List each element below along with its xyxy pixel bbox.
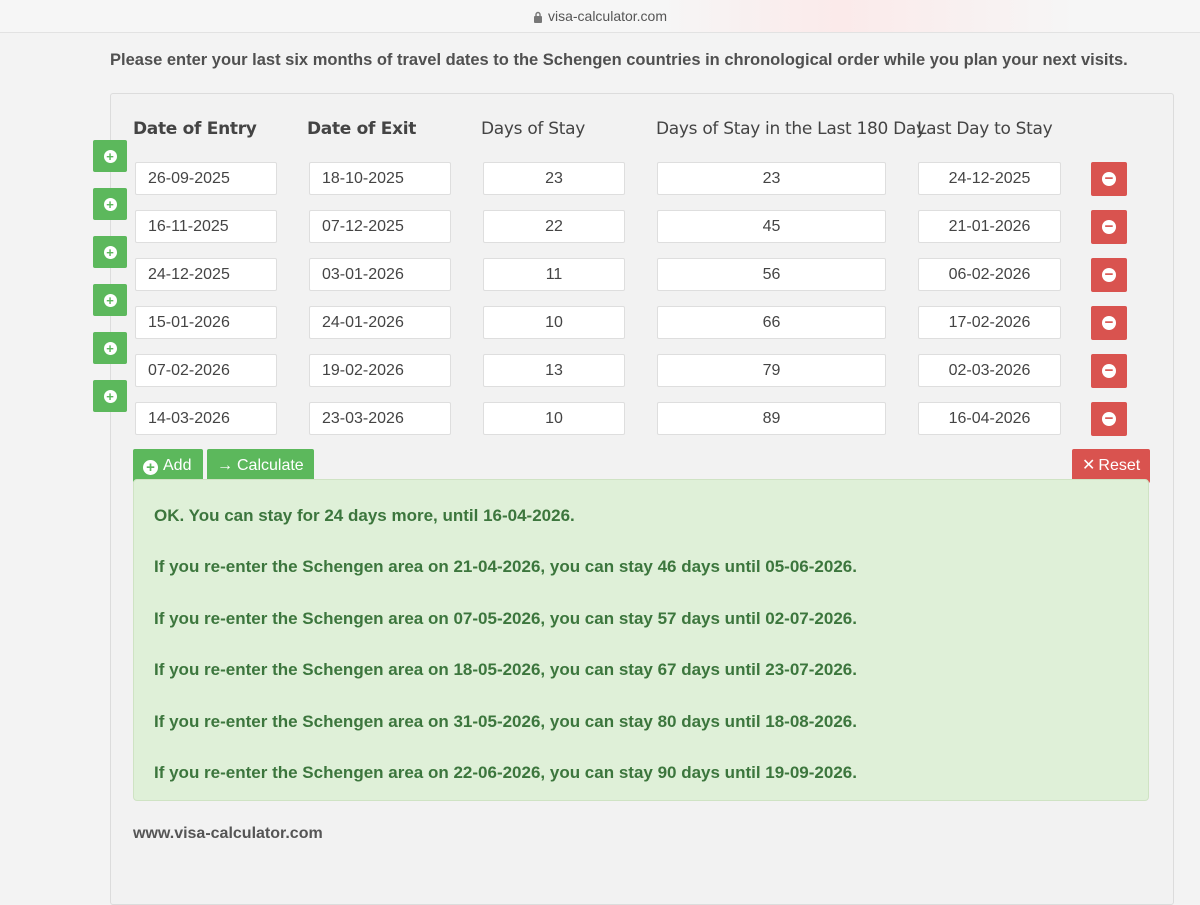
insert-row-button[interactable]: + bbox=[93, 332, 127, 364]
lock-icon bbox=[533, 11, 542, 23]
days-last-180-field: 79 bbox=[657, 354, 886, 387]
days-of-stay-field: 10 bbox=[483, 306, 625, 339]
header-last-day: Last Day to Stay bbox=[917, 119, 1053, 139]
result-line: OK. You can stay for 24 days more, until… bbox=[154, 506, 575, 525]
intro-text: Please enter your last six months of tra… bbox=[110, 51, 1128, 69]
minus-circle-icon: − bbox=[1102, 267, 1116, 282]
date-of-exit-input[interactable]: 23-03-2026 bbox=[309, 402, 451, 435]
remove-row-button[interactable]: − bbox=[1091, 306, 1127, 340]
plus-circle-icon: + bbox=[103, 341, 117, 355]
days-of-stay-field: 11 bbox=[483, 258, 625, 291]
days-last-180-field: 89 bbox=[657, 402, 886, 435]
last-day-field: 06-02-2026 bbox=[918, 258, 1061, 291]
header-date-of-entry: Date of Entry bbox=[133, 119, 257, 139]
calculate-button[interactable]: → Calculate bbox=[207, 449, 314, 483]
days-last-180-field: 45 bbox=[657, 210, 886, 243]
last-day-field: 16-04-2026 bbox=[918, 402, 1061, 435]
calculate-button-label: Calculate bbox=[237, 457, 304, 474]
date-of-exit-input[interactable]: 07-12-2025 bbox=[309, 210, 451, 243]
result-line: If you re-enter the Schengen area on 21-… bbox=[154, 557, 857, 576]
days-of-stay-field: 13 bbox=[483, 354, 625, 387]
plus-circle-icon: + bbox=[103, 197, 117, 211]
minus-circle-icon: − bbox=[1102, 411, 1116, 426]
date-of-entry-input[interactable]: 16-11-2025 bbox=[135, 210, 277, 243]
plus-circle-icon: + bbox=[103, 149, 117, 163]
remove-row-button[interactable]: − bbox=[1091, 258, 1127, 292]
plus-circle-icon: + bbox=[143, 460, 158, 475]
footer-site-link[interactable]: www.visa-calculator.com bbox=[133, 825, 323, 843]
plus-circle-icon: + bbox=[103, 293, 117, 307]
insert-row-button[interactable]: + bbox=[93, 140, 127, 172]
days-of-stay-field: 10 bbox=[483, 402, 625, 435]
result-line: If you re-enter the Schengen area on 22-… bbox=[154, 763, 857, 782]
last-day-field: 17-02-2026 bbox=[918, 306, 1061, 339]
days-last-180-field: 56 bbox=[657, 258, 886, 291]
last-day-field: 24-12-2025 bbox=[918, 162, 1061, 195]
date-of-exit-input[interactable]: 24-01-2026 bbox=[309, 306, 451, 339]
result-line: If you re-enter the Schengen area on 07-… bbox=[154, 609, 857, 628]
insert-row-button[interactable]: + bbox=[93, 284, 127, 316]
result-line: If you re-enter the Schengen area on 18-… bbox=[154, 660, 857, 679]
browser-url: visa-calculator.com bbox=[547, 8, 668, 24]
minus-circle-icon: − bbox=[1102, 315, 1116, 330]
date-of-exit-input[interactable]: 03-01-2026 bbox=[309, 258, 451, 291]
last-day-field: 02-03-2026 bbox=[918, 354, 1061, 387]
remove-row-button[interactable]: − bbox=[1091, 210, 1127, 244]
date-of-entry-input[interactable]: 15-01-2026 bbox=[135, 306, 277, 339]
date-of-entry-input[interactable]: 07-02-2026 bbox=[135, 354, 277, 387]
close-icon: ✕ bbox=[1082, 457, 1096, 474]
result-alert: OK. You can stay for 24 days more, until… bbox=[133, 479, 1149, 801]
remove-row-button[interactable]: − bbox=[1091, 354, 1127, 388]
days-last-180-field: 23 bbox=[657, 162, 886, 195]
date-of-exit-input[interactable]: 18-10-2025 bbox=[309, 162, 451, 195]
plus-circle-icon: + bbox=[103, 245, 117, 259]
remove-row-button[interactable]: − bbox=[1091, 402, 1127, 436]
date-of-entry-input[interactable]: 24-12-2025 bbox=[135, 258, 277, 291]
browser-address-bar[interactable]: visa-calculator.com bbox=[0, 0, 1200, 33]
insert-row-button[interactable]: + bbox=[93, 380, 127, 412]
result-line: If you re-enter the Schengen area on 31-… bbox=[154, 712, 857, 731]
minus-circle-icon: − bbox=[1102, 171, 1116, 186]
remove-row-button[interactable]: − bbox=[1091, 162, 1127, 196]
plus-circle-icon: + bbox=[103, 389, 117, 403]
header-days-of-stay: Days of Stay bbox=[481, 119, 585, 139]
reset-button[interactable]: ✕ Reset bbox=[1072, 449, 1150, 483]
date-of-exit-input[interactable]: 19-02-2026 bbox=[309, 354, 451, 387]
minus-circle-icon: − bbox=[1102, 363, 1116, 378]
days-last-180-field: 66 bbox=[657, 306, 886, 339]
add-button-label: Add bbox=[163, 457, 192, 474]
insert-row-button[interactable]: + bbox=[93, 188, 127, 220]
header-date-of-exit: Date of Exit bbox=[307, 119, 417, 139]
days-of-stay-field: 22 bbox=[483, 210, 625, 243]
reset-button-label: Reset bbox=[1098, 457, 1141, 474]
arrow-right-icon: → bbox=[217, 457, 233, 474]
days-of-stay-field: 23 bbox=[483, 162, 625, 195]
last-day-field: 21-01-2026 bbox=[918, 210, 1061, 243]
add-button[interactable]: + Add bbox=[133, 449, 203, 483]
header-days-last-180: Days of Stay in the Last 180 Day bbox=[656, 119, 926, 139]
minus-circle-icon: − bbox=[1102, 219, 1116, 234]
insert-row-button[interactable]: + bbox=[93, 236, 127, 268]
date-of-entry-input[interactable]: 26-09-2025 bbox=[135, 162, 277, 195]
date-of-entry-input[interactable]: 14-03-2026 bbox=[135, 402, 277, 435]
